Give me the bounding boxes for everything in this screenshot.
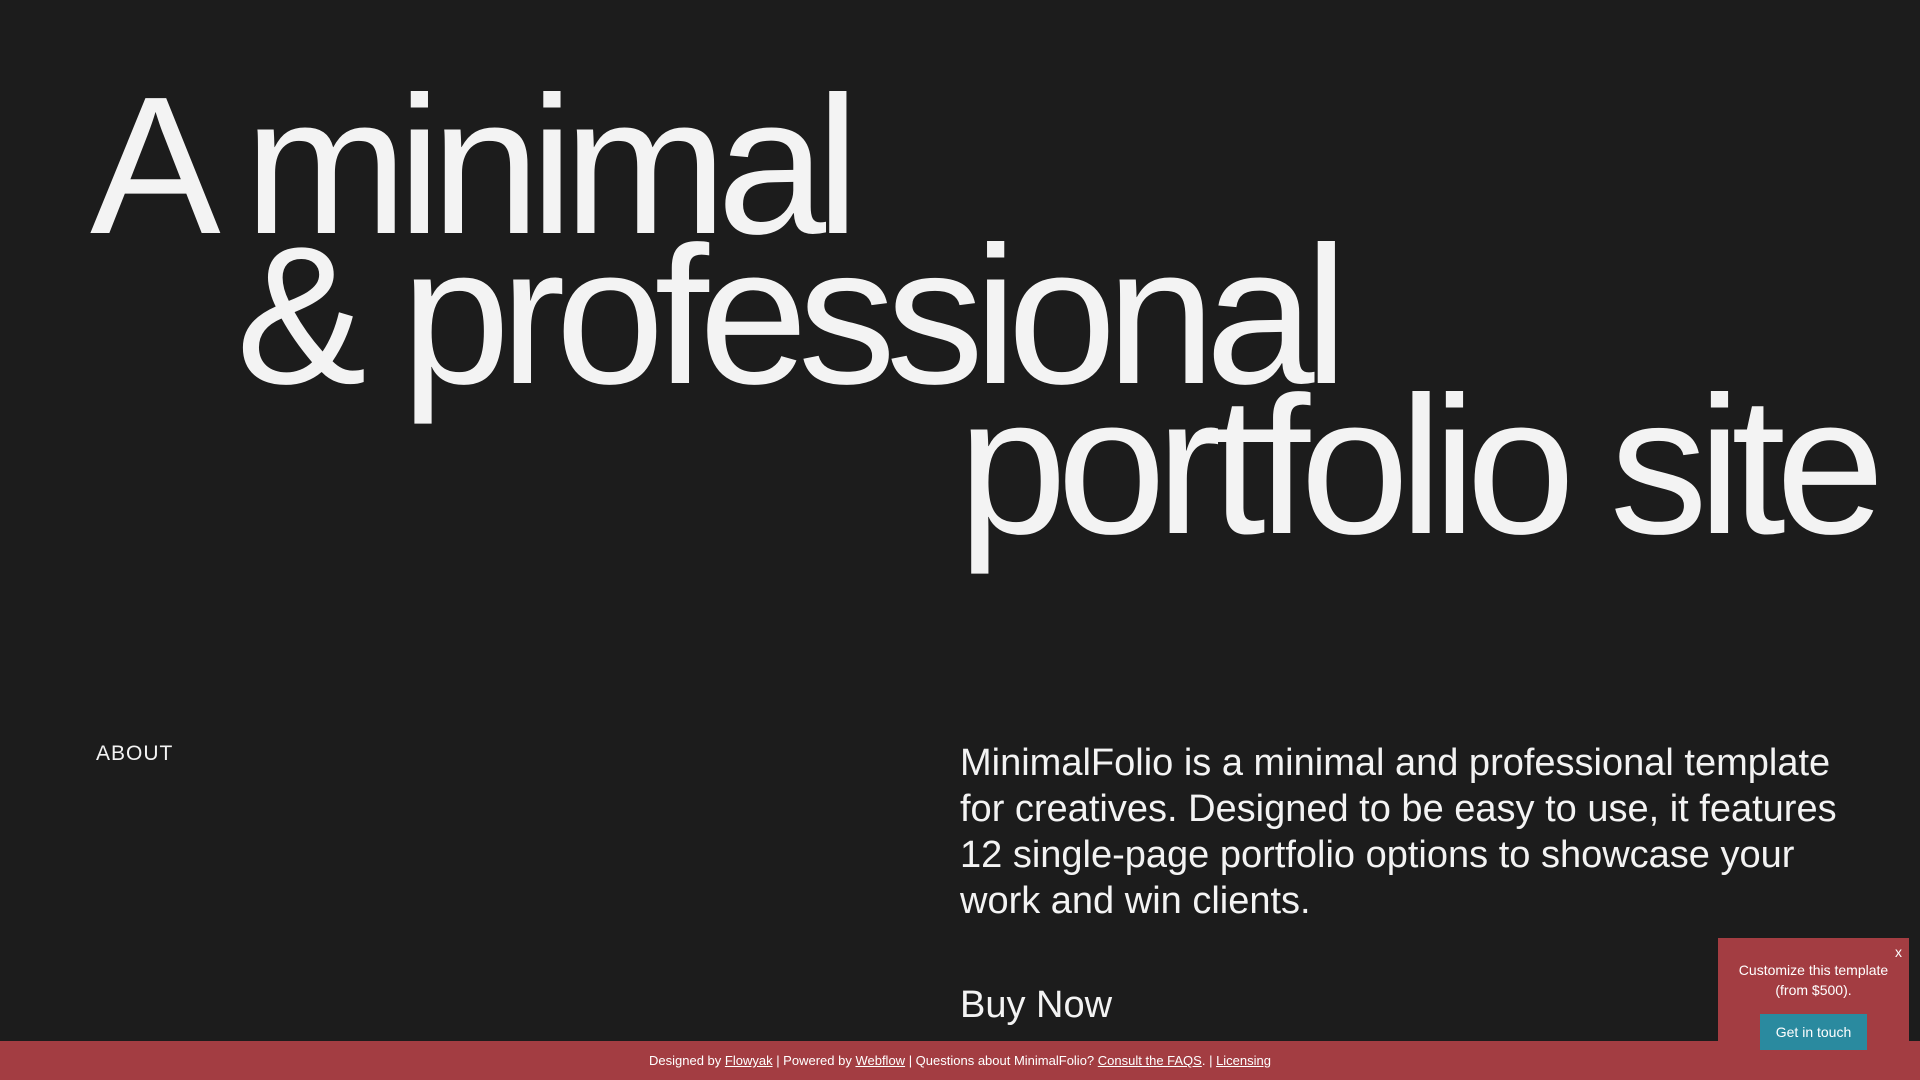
footer-licensing-link[interactable]: Licensing	[1216, 1053, 1271, 1068]
about-section-label: ABOUT	[96, 742, 174, 765]
buy-now-link[interactable]: Buy Now	[960, 982, 1112, 1028]
footer-faq-link[interactable]: Consult the FAQS	[1098, 1053, 1202, 1068]
footer-designer-link[interactable]: Flowyak	[725, 1053, 773, 1068]
promo-close-button[interactable]: x	[1895, 945, 1902, 959]
footer-platform-link[interactable]: Webflow	[855, 1053, 905, 1068]
page: A minimal & professional portfolio site …	[0, 0, 1920, 1080]
customize-promo-card: x Customize this template (from $500). G…	[1718, 938, 1909, 1080]
footer-questions-text: | Questions about MinimalFolio?	[905, 1053, 1098, 1068]
promo-message: Customize this template (from $500).	[1738, 962, 1889, 998]
hero-heading-line-3: portfolio site	[958, 356, 1885, 575]
get-in-touch-button[interactable]: Get in touch	[1760, 1014, 1867, 1050]
about-description: MinimalFolio is a minimal and profession…	[960, 742, 1837, 922]
footer-credits-bar: Designed by Flowyak | Powered by Webflow…	[0, 1041, 1920, 1080]
footer-separator: . |	[1201, 1053, 1217, 1068]
footer-designed-by-text: Designed by	[649, 1053, 725, 1068]
footer-powered-by-text: | Powered by	[772, 1053, 856, 1068]
